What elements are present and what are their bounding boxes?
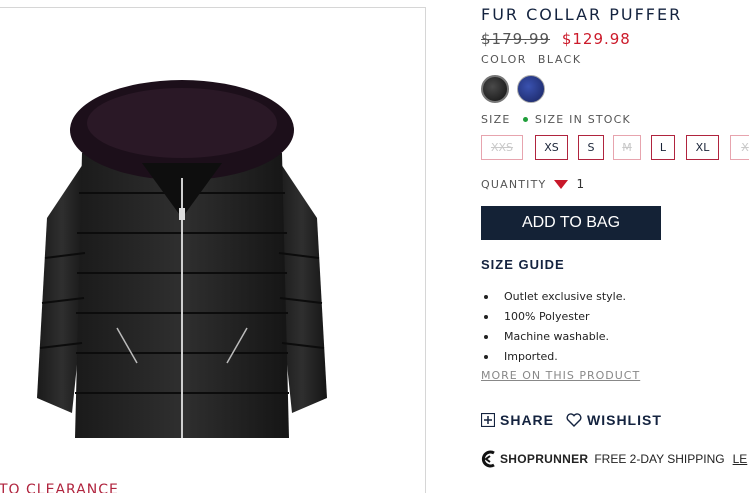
- feature-text: Machine washable.: [504, 330, 610, 343]
- shoprunner-text: FREE 2-DAY SHIPPING: [594, 452, 725, 466]
- more-on-this-product-link[interactable]: MORE ON THIS PRODUCT: [481, 369, 640, 382]
- bullet-icon: [484, 335, 488, 339]
- quantity-value[interactable]: 1: [576, 177, 585, 191]
- size-option-s[interactable]: S: [578, 135, 604, 160]
- shoprunner-banner: SHOPRUNNER FREE 2-DAY SHIPPING LE: [481, 450, 747, 468]
- color-swatch-navy[interactable]: [517, 75, 545, 103]
- color-label: COLOR: [481, 53, 527, 66]
- list-item: Imported.: [481, 347, 626, 367]
- plus-box-icon: [481, 413, 495, 427]
- wishlist-label: WISHLIST: [587, 412, 662, 428]
- share-button[interactable]: SHARE: [481, 412, 554, 428]
- share-label: SHARE: [500, 412, 555, 428]
- color-selection-label: COLOR BLACK: [481, 53, 582, 66]
- product-features-list: Outlet exclusive style. 100% Polyester M…: [481, 287, 626, 367]
- sale-price: $129.98: [561, 30, 631, 48]
- color-swatch-black[interactable]: [481, 75, 509, 103]
- shoprunner-learn-more-link[interactable]: LE: [733, 452, 748, 466]
- bullet-icon: [484, 355, 488, 359]
- in-stock-dot-icon: [523, 117, 529, 122]
- size-option-xl[interactable]: XL: [686, 135, 719, 160]
- size-option-x[interactable]: X: [730, 135, 749, 160]
- product-image-panel: TO CLEARANCE: [0, 7, 426, 493]
- original-price: $179.99: [481, 30, 551, 48]
- shoprunner-logo-icon: [481, 450, 495, 468]
- product-image-jacket[interactable]: [27, 68, 337, 468]
- size-option-l[interactable]: L: [651, 135, 675, 160]
- size-guide-link[interactable]: SIZE GUIDE: [481, 257, 565, 272]
- quantity-dropdown-arrow-icon[interactable]: [554, 179, 569, 189]
- bullet-icon: [484, 315, 488, 319]
- back-to-clearance-link[interactable]: TO CLEARANCE: [0, 482, 119, 493]
- list-item: Outlet exclusive style.: [481, 287, 626, 307]
- size-in-stock-label: SIZE IN STOCK: [534, 113, 631, 126]
- list-item: 100% Polyester: [481, 307, 626, 327]
- size-option-m[interactable]: M: [613, 135, 641, 160]
- quantity-label: QUANTITY: [481, 177, 547, 191]
- wishlist-button[interactable]: WISHLIST: [566, 412, 662, 428]
- add-to-bag-button[interactable]: ADD TO BAG: [481, 206, 661, 240]
- product-title: FUR COLLAR PUFFER: [481, 5, 683, 24]
- list-item: Machine washable.: [481, 327, 626, 347]
- size-option-xs[interactable]: XS: [535, 135, 568, 160]
- feature-text: Outlet exclusive style.: [504, 290, 626, 303]
- feature-text: 100% Polyester: [504, 310, 590, 323]
- size-selection-label: SIZE SIZE IN STOCK: [481, 113, 631, 126]
- feature-text: Imported.: [504, 350, 558, 363]
- heart-icon: [566, 413, 582, 427]
- shoprunner-brand: SHOPRUNNER: [500, 452, 589, 466]
- size-option-xxs[interactable]: XXS: [481, 135, 523, 160]
- size-label: SIZE: [481, 113, 511, 126]
- bullet-icon: [484, 295, 488, 299]
- quantity-selector: QUANTITY 1: [481, 177, 585, 191]
- color-value: BLACK: [537, 53, 582, 66]
- price-block: $179.99 $129.98: [481, 30, 631, 48]
